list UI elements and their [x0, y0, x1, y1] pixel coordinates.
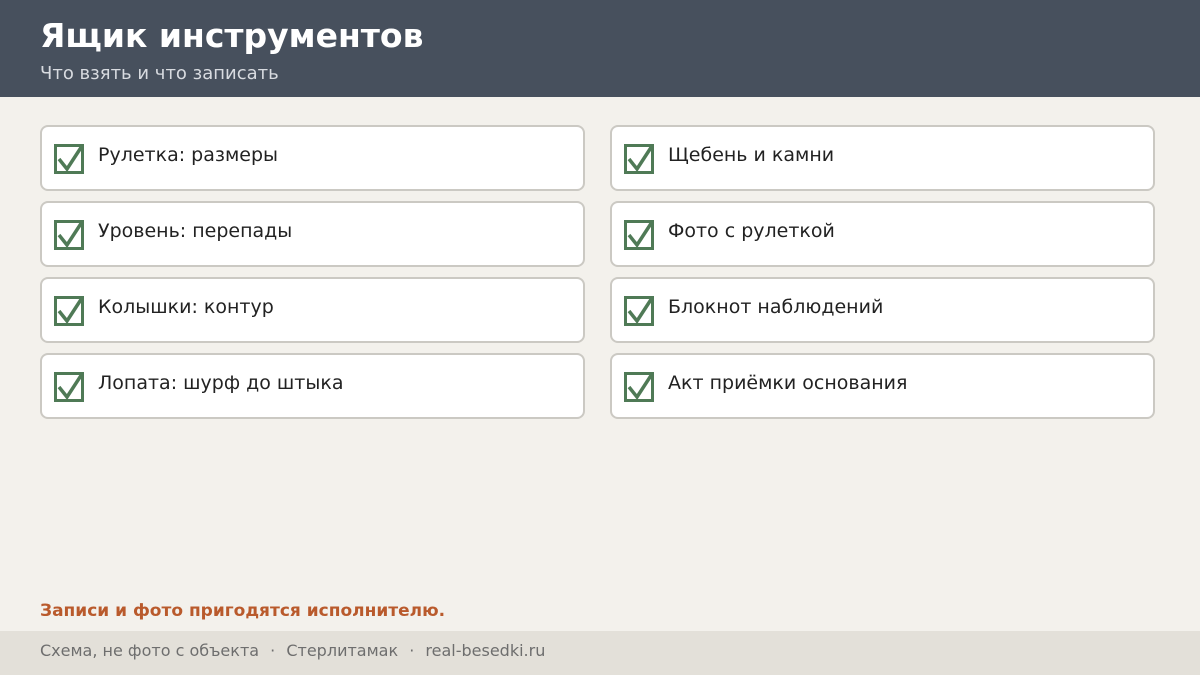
- checkmark-icon: [57, 221, 84, 248]
- checklist-item-label: Фото с рулеткой: [668, 220, 835, 242]
- footer-line: Схема, не фото с объекта · Стерлитамак ·…: [40, 641, 545, 661]
- checklist-item-label: Акт приёмки основания: [668, 372, 908, 394]
- checkmark-icon: [57, 145, 84, 172]
- checklist-item-gravel[interactable]: Щебень и камни: [610, 125, 1155, 191]
- checkbox-checked[interactable]: [54, 220, 84, 250]
- page-title: Ящик инструментов: [40, 16, 424, 55]
- checkbox-checked[interactable]: [624, 296, 654, 326]
- checklist-item-acceptance-act[interactable]: Акт приёмки основания: [610, 353, 1155, 419]
- checkmark-icon: [627, 221, 654, 248]
- checkbox-checked[interactable]: [624, 372, 654, 402]
- checkbox-checked[interactable]: [54, 372, 84, 402]
- footer-separator: ·: [409, 641, 415, 660]
- checklist-item-photo[interactable]: Фото с рулеткой: [610, 201, 1155, 267]
- checklist-item-shovel[interactable]: Лопата: шурф до штыка: [40, 353, 585, 419]
- checkbox-checked[interactable]: [54, 144, 84, 174]
- footer-separator: ·: [270, 641, 276, 660]
- checkbox-checked[interactable]: [624, 220, 654, 250]
- footer-city: Стерлитамак: [286, 641, 399, 660]
- checkbox-checked[interactable]: [54, 296, 84, 326]
- checklist-item-level[interactable]: Уровень: перепады: [40, 201, 585, 267]
- checkmark-icon: [57, 297, 84, 324]
- checkmark-icon: [627, 373, 654, 400]
- footer-disclaimer: Схема, не фото с объекта: [40, 641, 260, 660]
- checklist-item-label: Уровень: перепады: [98, 220, 293, 242]
- page-header: Ящик инструментов Что взять и что записа…: [0, 0, 1200, 97]
- checkbox-checked[interactable]: [624, 144, 654, 174]
- checklist-item-label: Рулетка: размеры: [98, 144, 279, 166]
- note-text: Записи и фото пригодятся исполнителю.: [40, 601, 446, 621]
- checklist-item-stakes[interactable]: Колышки: контур: [40, 277, 585, 343]
- page-footer: Схема, не фото с объекта · Стерлитамак ·…: [0, 631, 1200, 675]
- checklist-item-label: Щебень и камни: [668, 144, 835, 166]
- checklist-item-label: Блокнот наблюдений: [668, 296, 884, 318]
- checklist-item-label: Колышки: контур: [98, 296, 274, 318]
- checkmark-icon: [627, 297, 654, 324]
- checkmark-icon: [627, 145, 654, 172]
- footer-site-link[interactable]: real-besedki.ru: [425, 641, 545, 660]
- checklist-item-tape-measure[interactable]: Рулетка: размеры: [40, 125, 585, 191]
- checklist-item-label: Лопата: шурф до штыка: [98, 372, 344, 394]
- checklist-item-notebook[interactable]: Блокнот наблюдений: [610, 277, 1155, 343]
- checkmark-icon: [57, 373, 84, 400]
- page-subtitle: Что взять и что записать: [40, 63, 279, 84]
